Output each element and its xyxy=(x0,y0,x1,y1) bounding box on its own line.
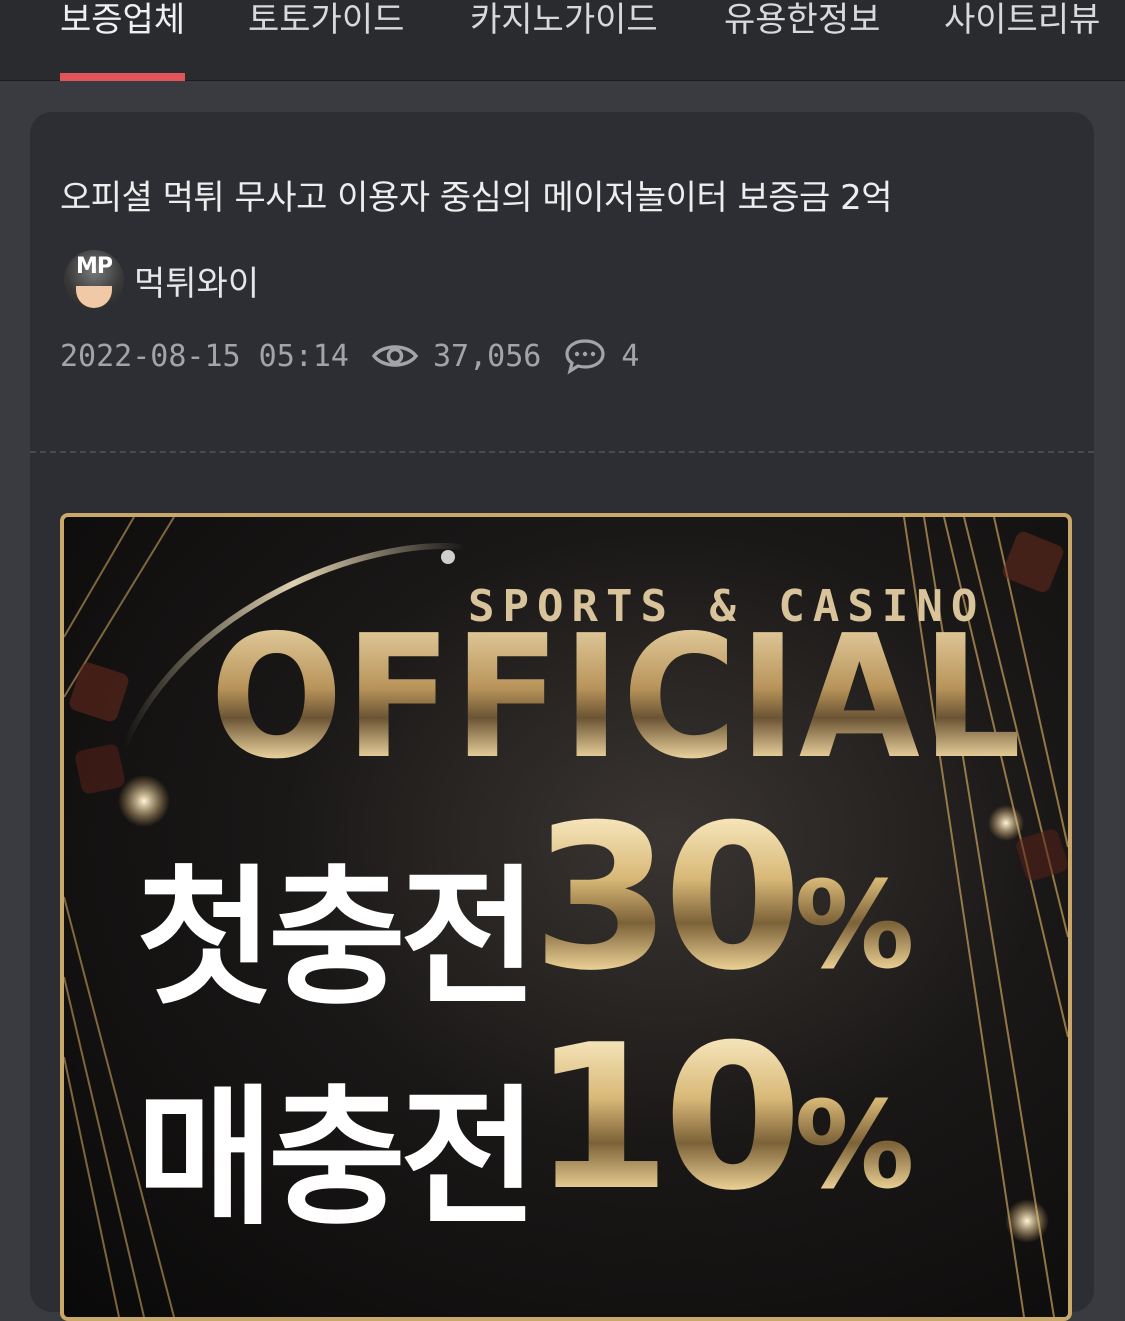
divider xyxy=(30,451,1094,453)
avatar-text: MP xyxy=(75,254,113,279)
post-datetime: 2022-08-15 05:14 xyxy=(60,338,349,374)
avatar-face-icon xyxy=(76,286,112,308)
tab-useful-info[interactable]: 유용한정보 xyxy=(724,0,880,80)
eye-icon xyxy=(371,340,419,372)
banner-first-deposit: 첫충전30% xyxy=(136,817,915,1034)
post-author[interactable]: MP 먹튀와이 xyxy=(64,250,259,310)
comment-icon xyxy=(563,337,607,375)
comment-count: 4 xyxy=(621,338,640,374)
tab-label: 토토가이드 xyxy=(248,0,405,40)
post-meta: 2022-08-15 05:14 37,056 4 xyxy=(60,334,639,378)
banner-repeat-deposit: 매충전10% xyxy=(136,1037,915,1254)
view-count: 37,056 xyxy=(432,338,542,374)
first-deposit-value: 30% xyxy=(532,782,915,1015)
tab-label: 유용한정보 xyxy=(724,0,881,40)
post-card: 오피셜 먹튀 무사고 이용자 중심의 메이저놀이터 보증금 2억 MP 먹튀와이… xyxy=(30,112,1094,1321)
promo-banner[interactable]: SPORTS & CASINO OFFICIAL 첫충전30% 매충전10% xyxy=(60,513,1072,1321)
tab-label: 보증업체 xyxy=(60,0,186,40)
repeat-deposit-label: 매충전 xyxy=(136,1072,538,1246)
repeat-deposit-value: 10% xyxy=(532,1002,915,1235)
post-title: 오피셜 먹튀 무사고 이용자 중심의 메이저놀이터 보증금 2억 xyxy=(60,178,893,218)
active-tab-indicator xyxy=(60,73,186,81)
tab-casino-guide[interactable]: 카지노가이드 xyxy=(470,0,658,80)
tab-toto-guide[interactable]: 토토가이드 xyxy=(248,0,404,80)
tab-label: 사이트리뷰 xyxy=(944,0,1101,40)
tab-guarantee-sites[interactable]: 보증업체 xyxy=(60,0,186,81)
first-deposit-label: 첫충전 xyxy=(136,852,538,1026)
tab-site-review[interactable]: 사이트리뷰 xyxy=(944,0,1100,80)
author-name[interactable]: 먹튀와이 xyxy=(134,256,259,305)
avatar[interactable]: MP xyxy=(64,250,124,310)
tab-label: 카지노가이드 xyxy=(470,0,658,40)
top-nav: 보증업체 토토가이드 카지노가이드 유용한정보 사이트리뷰 xyxy=(0,0,1125,81)
banner-brand: OFFICIAL xyxy=(210,599,1024,797)
